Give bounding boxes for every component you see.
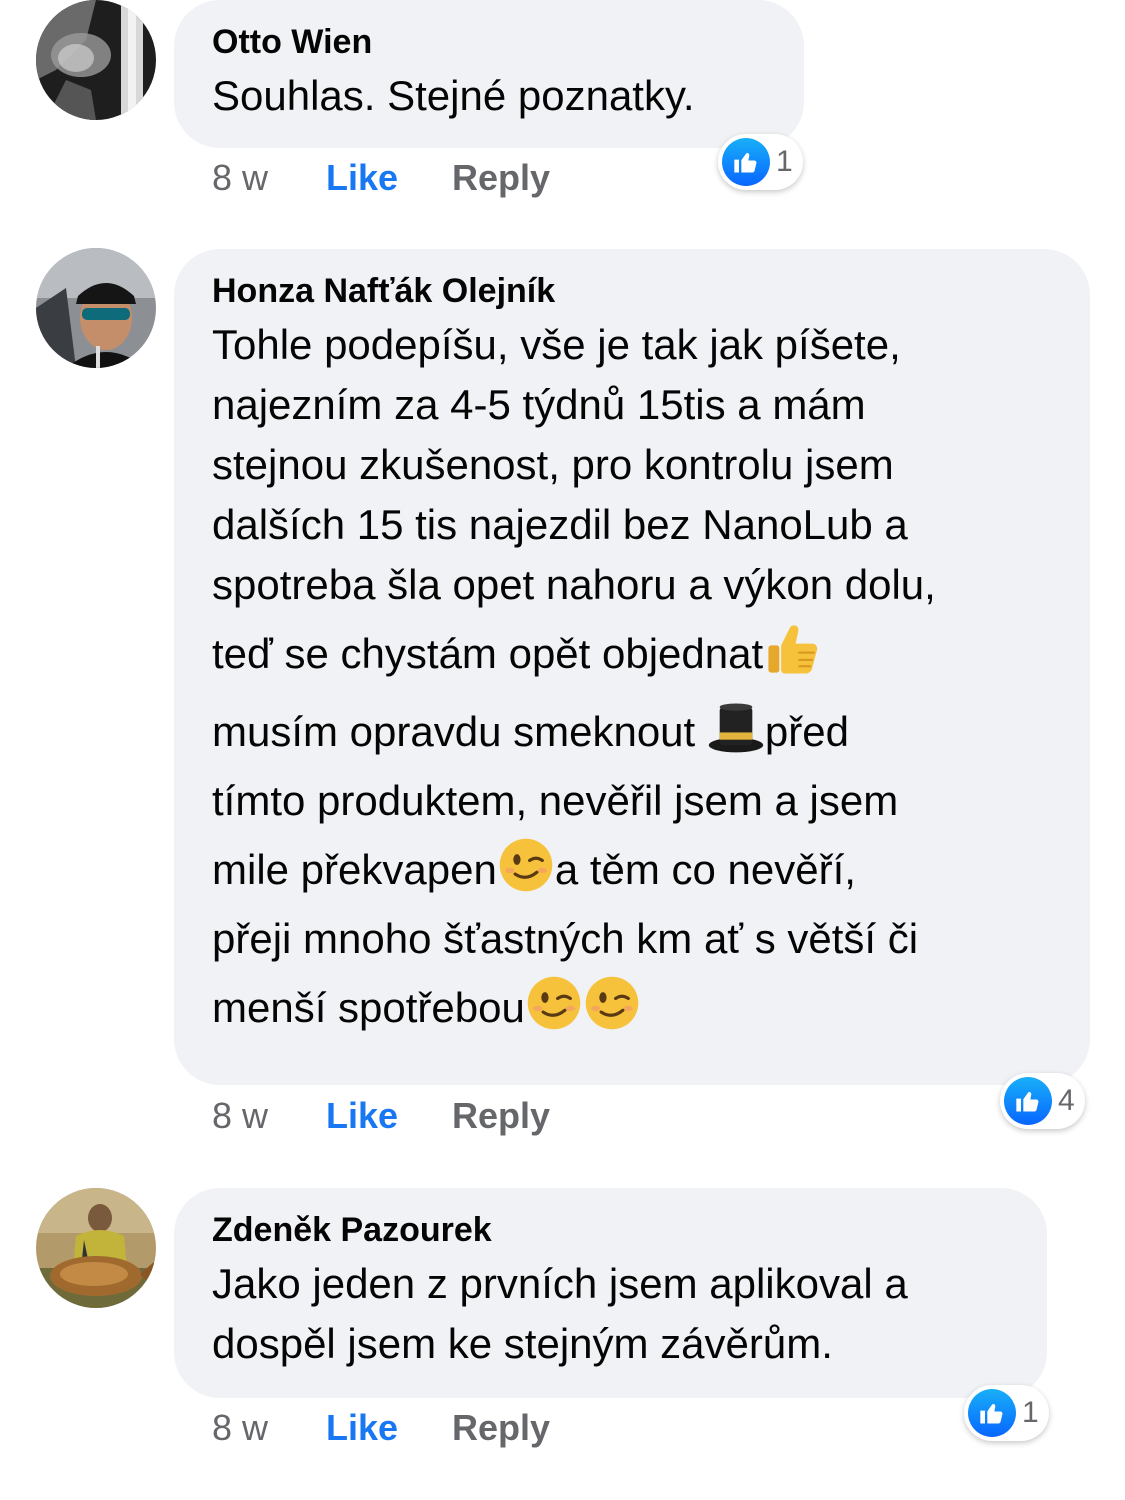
- like-button[interactable]: Like: [326, 1096, 398, 1136]
- comment-line: Tohle podepíšu, vše je tak jak píšete,: [212, 321, 901, 368]
- reaction-badge-2[interactable]: 4: [1000, 1073, 1085, 1129]
- avatar-otto-wien[interactable]: [36, 0, 156, 120]
- winking-face-emoji-icon: [525, 974, 583, 1032]
- comment-line: tímto produktem, nevěřil jsem a jsem: [212, 777, 899, 824]
- reaction-count: 1: [1022, 1396, 1039, 1429]
- reaction-badge-1[interactable]: 1: [718, 134, 803, 190]
- comment-line: Jako jeden z prvních jsem aplikoval a: [212, 1260, 908, 1307]
- comment-bubble-1: Otto Wien Souhlas. Stejné poznatky.: [174, 0, 804, 148]
- comment-line: mile překvapen a těm co nevěří,: [212, 831, 1052, 909]
- comment-line-part: a těm co nevěří,: [554, 846, 856, 893]
- comment-line: musím opravdu smeknout před: [212, 693, 1052, 771]
- comment-line: spotreba šla opet nahoru a výkon dolu,: [212, 561, 936, 608]
- comment-bubble-3: Zdeněk Pazourek Jako jeden z prvních jse…: [174, 1188, 1047, 1398]
- comment-line: dalších 15 tis najezdil bez NanoLub a: [212, 501, 908, 548]
- avatar-zdenek-pazourek[interactable]: [36, 1188, 156, 1308]
- avatar-honza-naftak-olejnik[interactable]: [36, 248, 156, 368]
- comment-line: Souhlas. Stejné poznatky.: [212, 72, 695, 119]
- comment-line: dospěl jsem ke stejným závěrům.: [212, 1320, 833, 1367]
- comment-line-part: mile překvapen: [212, 846, 497, 893]
- man-cap-sunglasses-avatar-icon: [36, 248, 156, 368]
- reply-button[interactable]: Reply: [452, 158, 550, 198]
- comment-line-part: menší spotřebou: [212, 984, 525, 1031]
- reply-button[interactable]: Reply: [452, 1096, 550, 1136]
- comment-line: teď se chystám opět objednat: [212, 615, 1052, 693]
- comment-author[interactable]: Zdeněk Pazourek: [212, 1210, 1009, 1250]
- top-hat-emoji-icon: [707, 698, 765, 756]
- comment-line: stejnou zkušenost, pro kontrolu jsem: [212, 441, 894, 488]
- comment-line-part: teď se chystám opět objednat: [212, 630, 764, 677]
- reaction-count: 4: [1058, 1084, 1075, 1117]
- reply-button[interactable]: Reply: [452, 1408, 550, 1448]
- thumbs-up-emoji-icon: [763, 620, 821, 678]
- comment-line-part: musím opravdu smeknout: [212, 708, 707, 755]
- comment-text: Jako jeden z prvních jsem aplikoval a do…: [212, 1254, 1009, 1374]
- comment-author[interactable]: Honza Nafťák Olejník: [212, 271, 1052, 311]
- like-button[interactable]: Like: [326, 1408, 398, 1448]
- like-icon: [968, 1389, 1016, 1437]
- comment-text: Souhlas. Stejné poznatky.: [212, 66, 766, 126]
- winking-face-emoji-icon: [583, 974, 641, 1032]
- comment-time[interactable]: 8 w: [212, 1408, 268, 1448]
- like-icon: [1004, 1077, 1052, 1125]
- comment-text: Tohle podepíšu, vše je tak jak píšete, n…: [212, 315, 1052, 1047]
- comment-line-part: před: [764, 708, 849, 755]
- winking-face-emoji-icon: [497, 836, 555, 894]
- reaction-badge-3[interactable]: 1: [964, 1385, 1049, 1441]
- comment-line: najezním za 4-5 týdnů 15tis a mám: [212, 381, 866, 428]
- like-icon: [722, 138, 770, 186]
- comment-time[interactable]: 8 w: [212, 158, 268, 198]
- comment-line: menší spotřebou: [212, 969, 1052, 1047]
- comment-line: přeji mnoho šťastných km ať s větší či: [212, 915, 919, 962]
- comment-time[interactable]: 8 w: [212, 1096, 268, 1136]
- fisherman-carp-avatar-icon: [36, 1188, 156, 1308]
- xray-avatar-icon: [36, 0, 156, 120]
- reaction-count: 1: [776, 145, 793, 178]
- like-button[interactable]: Like: [326, 158, 398, 198]
- comment-bubble-2: Honza Nafťák Olejník Tohle podepíšu, vše…: [174, 249, 1090, 1085]
- comment-author[interactable]: Otto Wien: [212, 22, 766, 62]
